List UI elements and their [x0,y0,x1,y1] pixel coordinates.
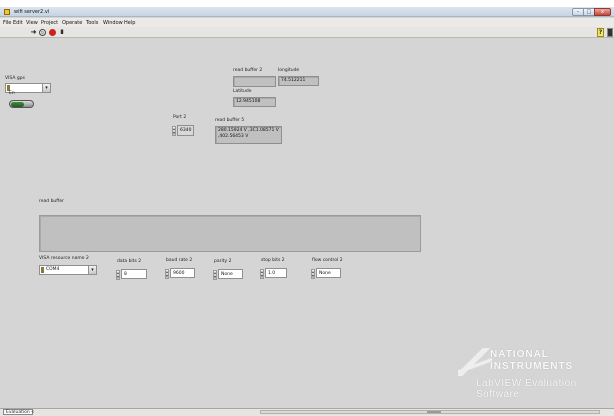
flow-control-2-label: flow control 2 [312,258,343,263]
port-2-field[interactable]: 6340 [177,125,194,136]
read-buffer-label: read buffer [39,199,64,204]
ni-watermark: NATIONAL INSTRUMENTS LabVIEW Evaluation … [458,345,610,405]
abort-icon[interactable] [49,29,56,36]
menu-tools[interactable]: Tools [86,20,98,26]
menu-help[interactable]: Help [124,20,135,26]
baud-rate-2-label: baud rate 2 [166,258,193,263]
close-button[interactable]: x [594,8,611,16]
longitude-indicator: 74.512211 [278,76,319,86]
latitude-indicator: 12.945108 [233,97,276,107]
window-title: wifi server2.vi [14,9,50,15]
title-bar[interactable]: wifi server2.vi – □ x [0,7,614,17]
port-2-spinner[interactable] [172,126,176,136]
menu-operate[interactable]: Operate [62,20,82,26]
en-toggle-knob[interactable] [11,102,24,107]
labview-app-icon [4,9,10,15]
visa-resource-name-2-combo[interactable]: COM4 ▾ [39,265,97,275]
visa-resource-name-2-label: VISA resource name 2 [39,256,89,261]
labview-window: wifi server2.vi – □ x File Edit View Pro… [0,7,614,416]
ni-eagle-logo-icon [458,348,492,376]
visa-gps-label: VISA gps [5,76,25,81]
baud-rate-2-field[interactable]: 9600 [170,268,195,278]
port-2-label: Port 2 [173,115,187,120]
toolbar: ➜ ↻ II [0,27,614,38]
parity-2-field[interactable]: None [218,269,243,279]
read-buffer-2-indicator [233,76,276,87]
menu-file[interactable]: File [3,20,11,26]
evaluation-tab[interactable]: Evaluation [3,409,33,415]
data-bits-2-spinner[interactable] [116,270,120,280]
menu-view[interactable]: View [26,20,38,26]
horizontal-scrollbar[interactable] [260,410,600,414]
chevron-down-icon[interactable]: ▾ [88,266,96,274]
read-buffer-5-indicator: 280.15924 V ,3C1.08571 V ,402.56453 V [215,126,282,144]
longitude-label: longitude [278,68,300,73]
stop-bits-2-label: stop bits 2 [261,258,285,263]
flow-control-2-field[interactable]: None [316,268,341,278]
tab-scroll-arrow-icon[interactable]: < [31,409,34,414]
data-bits-2-label: data bits 2 [117,259,142,264]
stop-bits-2-spinner[interactable] [260,269,264,279]
read-buffer-2-label: read buffer 2 [233,68,263,73]
parity-2-spinner[interactable] [213,270,217,280]
flow-control-2-spinner[interactable] [311,269,315,279]
chevron-down-icon[interactable]: ▾ [42,84,50,92]
context-help-icon[interactable]: ? [597,28,604,37]
run-arrow-icon[interactable]: ➜ [30,29,37,36]
en-toggle-switch[interactable] [9,100,34,108]
evaluation-software-text: LabVIEW Evaluation Software [476,378,577,400]
baud-rate-2-spinner[interactable] [165,269,169,279]
stop-bits-2-field[interactable]: 1.0 [265,268,287,278]
menu-edit[interactable]: Edit [13,20,23,26]
vi-icon [607,28,613,37]
menu-project[interactable]: Project [41,20,58,26]
scrollbar-thumb[interactable] [427,411,441,413]
latitude-label: Latitude [233,89,252,94]
run-continuously-icon[interactable]: ↻ [39,29,46,36]
data-bits-2-field[interactable]: 8 [121,269,147,279]
menu-window[interactable]: Window [103,20,123,26]
visa-resource-name-2-value: COM4 [46,267,60,272]
read-buffer-indicator [39,215,421,252]
ni-logo-line-2: INSTRUMENTS [490,361,574,372]
visa-io-icon [41,267,44,273]
ni-logo-line-1: NATIONAL [490,349,549,360]
menu-bar: File Edit View Project Operate Tools Win… [0,18,614,27]
read-buffer-5-label: read buffer 5 [215,118,245,123]
parity-2-label: parity 2 [214,259,232,264]
en-label: En [9,91,15,96]
pause-icon[interactable]: II [58,29,65,36]
